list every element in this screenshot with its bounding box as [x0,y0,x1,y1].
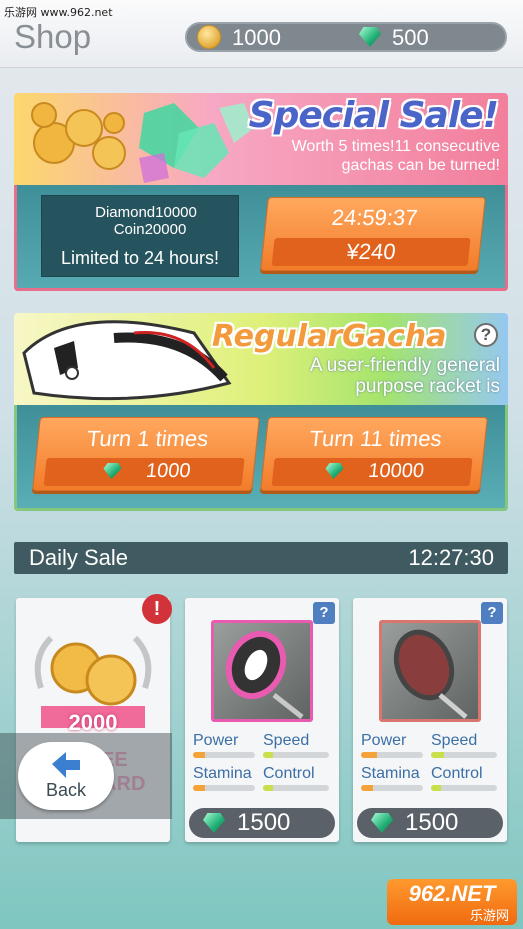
item-price: 1500 [237,809,291,836]
racket-card[interactable]: ? Power Speed Stamina Control 1500 [185,598,339,842]
regular-gacha-description: A user-friendly general purpose racket i… [309,355,500,397]
stat-bar-power [361,752,423,758]
racket-image [211,620,313,722]
diamond-icon [359,27,381,47]
daily-sale-bar: Daily Sale 12:27:30 [14,542,508,574]
regular-gacha-title: RegularGacha [212,319,447,354]
turn-1-button[interactable]: Turn 1 times 1000 [32,417,260,491]
stat-fill-speed [431,752,445,758]
regular-gacha-help-button[interactable]: ? [474,323,498,347]
daily-sale-timer: 12:27:30 [408,545,494,570]
reward-alert-icon: ! [142,594,172,624]
site-logo: 962.NET 乐游网 [387,879,517,925]
stat-label-speed: Speed [431,732,478,749]
diamond-count: 500 [392,25,429,50]
stat-label-power: Power [361,732,407,749]
limit-text: Limited to 24 hours! [60,248,220,268]
coins-gems-illustration [31,102,254,183]
special-sale-title: Special Sale! [248,95,499,136]
special-sale-description: Worth 5 times!11 consecutive gachas can … [291,138,500,174]
special-sale-info-box: Diamond10000 Coin20000 Limited to 24 hou… [41,195,239,277]
currency-display: 1000 500 [185,22,507,52]
racket-image [379,620,481,722]
back-label: Back [45,780,87,800]
stat-bar-speed [263,752,329,758]
stat-fill-power [361,752,377,758]
daily-sale-label: Daily Sale [29,545,129,570]
stat-bar-power [193,752,255,758]
racket-card[interactable]: ? Power Speed Stamina Control 1500 [353,598,507,842]
turn-1-cost-panel: 1000 [43,458,245,486]
regular-gacha-panel: RegularGacha ? A user-friendly general p… [14,313,508,511]
turn-11-label: Turn 11 times [308,426,443,451]
page-title: Shop [14,18,92,55]
top-bar: 乐游网 www.962.net Shop 1000 500 [0,0,523,68]
racket-icon [393,629,468,719]
stat-fill-stamina [193,785,206,791]
turn-11-button[interactable]: Turn 11 times 10000 [260,417,488,491]
back-button[interactable]: Back [18,742,114,810]
diamond-amount-text: Diamond10000 [95,204,197,221]
coin-icon [197,25,221,49]
racket-icon [225,630,304,719]
stat-fill-speed [263,752,273,758]
stat-bar-speed [431,752,497,758]
turn-1-label: Turn 1 times [85,426,210,451]
stat-fill-stamina [361,785,374,791]
special-sale-price: ¥240 [345,239,397,264]
stat-label-stamina: Stamina [361,765,420,782]
turn-11-cost: 10000 [367,460,426,482]
logo-text: 962.NET [408,881,496,906]
coin-count: 1000 [232,25,281,50]
buy-price-button[interactable]: 1500 [189,808,335,838]
item-help-button[interactable]: ? [313,602,335,624]
stat-label-control: Control [263,765,315,782]
stat-bar-stamina [361,785,423,791]
item-help-button[interactable]: ? [481,602,503,624]
logo-subtext: 乐游网 [469,909,509,924]
diamond-icon [203,813,225,833]
stat-fill-power [193,752,206,758]
stat-fill-control [431,785,441,791]
turn-11-cost-panel: 10000 [271,458,473,486]
stat-bar-control [431,785,497,791]
stat-label-control: Control [431,765,483,782]
stat-fill-control [263,785,273,791]
stat-label-speed: Speed [263,732,310,749]
coin-amount-text: Coin20000 [113,221,187,238]
special-sale-buy-button[interactable]: 24:59:37 ¥240 [260,197,486,271]
special-sale-panel: Special Sale! Worth 5 times!11 consecuti… [14,93,508,291]
item-price: 1500 [405,809,459,836]
price-panel: ¥240 [271,238,471,266]
stat-label-power: Power [193,732,239,749]
stat-label-stamina: Stamina [193,765,252,782]
stat-bar-stamina [193,785,255,791]
special-sale-timer: 24:59:37 [330,205,419,230]
turn-1-cost: 1000 [144,460,192,482]
buy-price-button[interactable]: 1500 [357,808,503,838]
stat-bar-control [263,785,329,791]
diamond-icon [371,813,393,833]
